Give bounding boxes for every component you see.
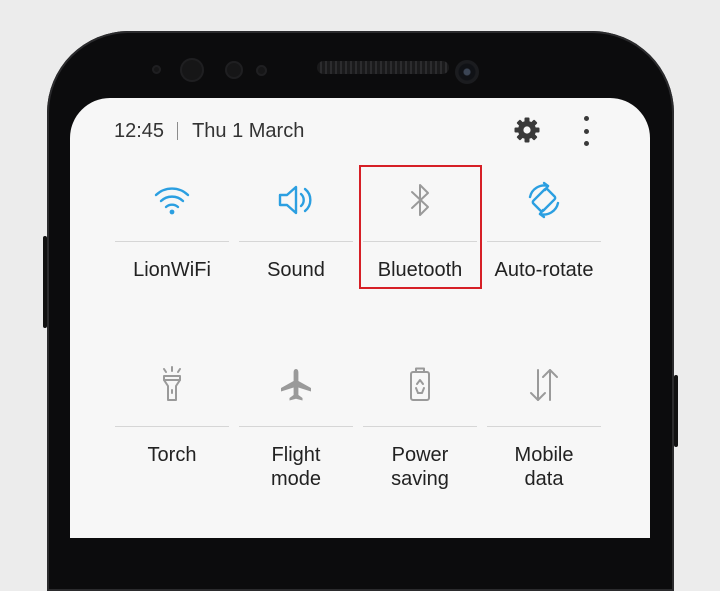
status-separator xyxy=(177,122,179,140)
kebab-dot xyxy=(583,116,589,121)
tile-divider xyxy=(115,241,229,242)
tile-label: Power saving xyxy=(391,444,449,490)
tile-divider xyxy=(239,241,353,242)
flashlight-icon xyxy=(163,366,181,401)
tile-divider xyxy=(487,241,601,242)
iris-sensor xyxy=(180,58,204,82)
auto-rotate-icon xyxy=(528,181,560,219)
battery-saver-icon xyxy=(410,367,430,401)
tile-divider xyxy=(239,426,353,427)
proximity-sensor xyxy=(152,65,161,74)
front-camera xyxy=(455,60,479,84)
bluetooth-highlight-box xyxy=(359,165,482,289)
gear-icon[interactable] xyxy=(513,116,541,144)
speaker-icon xyxy=(278,185,312,215)
status-date: Thu 1 March xyxy=(192,119,305,142)
airplane-icon xyxy=(281,369,311,401)
kebab-dot xyxy=(583,128,589,134)
tile-label: LionWiFi xyxy=(133,259,211,281)
status-time: 12:45 xyxy=(114,119,165,142)
tile-label: Sound xyxy=(267,259,325,281)
led-sensor xyxy=(256,65,267,76)
kebab-dot xyxy=(583,141,589,146)
light-sensor xyxy=(225,61,243,79)
status-bar: 12:45 Thu 1 March xyxy=(114,120,304,142)
quick-settings-panel: 12:45 Thu 1 March LionWiFi Sound Bluetoo… xyxy=(70,98,650,538)
wifi-icon xyxy=(154,187,190,215)
tile-label: Flight mode xyxy=(270,444,322,490)
mobile-data-icon xyxy=(530,369,558,401)
tile-label: Auto-rotate xyxy=(494,259,594,281)
tile-label: Mobile data xyxy=(514,444,574,490)
side-button-left xyxy=(43,236,47,328)
tile-divider xyxy=(487,426,601,427)
more-options-icon[interactable] xyxy=(577,116,595,146)
earpiece-speaker xyxy=(317,61,449,74)
side-button-right xyxy=(674,375,678,447)
tile-divider xyxy=(363,426,477,427)
tile-label: Torch xyxy=(147,444,197,466)
tile-divider xyxy=(115,426,229,427)
